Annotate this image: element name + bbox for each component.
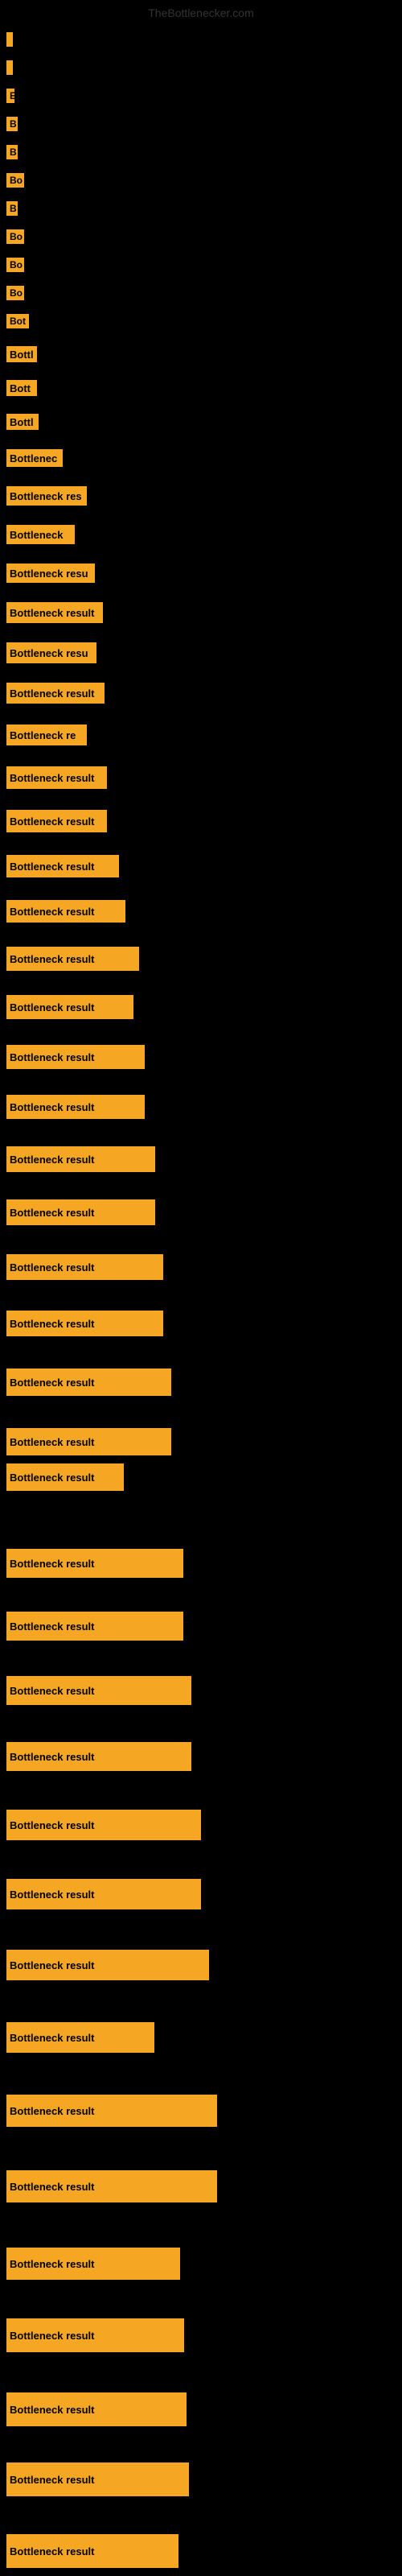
bottleneck-bar-21: Bottleneck result (6, 683, 105, 704)
bottleneck-bar-40: Bottleneck result (6, 1676, 191, 1705)
bottleneck-bar-36: Bottleneck result (6, 1428, 171, 1455)
bottleneck-bar-28: Bottleneck result (6, 995, 133, 1019)
bottleneck-bar-35: Bottleneck result (6, 1368, 171, 1396)
bottleneck-bar-19: Bottleneck result (6, 602, 103, 623)
bottleneck-bar-17: Bottleneck (6, 525, 75, 544)
bottleneck-bar-32: Bottleneck result (6, 1199, 155, 1225)
bottleneck-bar-22: Bottleneck re (6, 724, 87, 745)
bottleneck-bar-3: E (6, 89, 14, 103)
bottleneck-bar-47: Bottleneck result (6, 2170, 217, 2202)
bottleneck-bar-43: Bottleneck result (6, 1879, 201, 1909)
bottleneck-bar-6: Bo (6, 173, 24, 188)
bottleneck-bar-39: Bottleneck result (6, 1612, 183, 1641)
bottleneck-bar-46: Bottleneck result (6, 2095, 217, 2127)
bottleneck-bar-11: Bot (6, 314, 29, 328)
bottleneck-bar-26: Bottleneck result (6, 900, 125, 923)
bottleneck-bar-27: Bottleneck result (6, 947, 139, 971)
bottleneck-bar-49: Bottleneck result (6, 2318, 184, 2352)
bottleneck-bar-7: B (6, 201, 18, 216)
bottleneck-bar-20: Bottleneck resu (6, 642, 96, 663)
bottleneck-bar-42: Bottleneck result (6, 1810, 201, 1840)
bottleneck-bar-51: Bottleneck result (6, 2462, 189, 2496)
bottleneck-bar-31: Bottleneck result (6, 1146, 155, 1172)
bottleneck-bar-15: Bottlenec (6, 449, 63, 467)
bottleneck-bar-18: Bottleneck resu (6, 564, 95, 583)
bottleneck-bar-5: B (6, 145, 18, 159)
bottleneck-bar-8: Bo (6, 229, 24, 244)
bottleneck-bar-23: Bottleneck result (6, 766, 107, 789)
bottleneck-bar-12: Bottl (6, 346, 37, 362)
bottleneck-bar-4: B (6, 117, 18, 131)
bottleneck-bar-16: Bottleneck res (6, 486, 87, 506)
bottleneck-bar-29: Bottleneck result (6, 1045, 145, 1069)
bottleneck-bar-50: Bottleneck result (6, 2392, 187, 2426)
site-title: TheBottlenecker.com (148, 6, 254, 19)
bottleneck-bar-52: Bottleneck result (6, 2534, 178, 2568)
bottleneck-bar-30: Bottleneck result (6, 1095, 145, 1119)
bottleneck-bar-9: Bo (6, 258, 24, 272)
bottleneck-bar-25: Bottleneck result (6, 855, 119, 877)
bottleneck-bar-45: Bottleneck result (6, 2022, 154, 2053)
bottleneck-bar-38: Bottleneck result (6, 1549, 183, 1578)
bottleneck-bar-37: Bottleneck result (6, 1463, 124, 1491)
bottleneck-bar-33: Bottleneck result (6, 1254, 163, 1280)
bottleneck-bar-34: Bottleneck result (6, 1311, 163, 1336)
bottleneck-bar-2 (6, 60, 13, 75)
bottleneck-bar-10: Bo (6, 286, 24, 300)
bottleneck-bar-14: Bottl (6, 414, 39, 430)
bottleneck-bar-41: Bottleneck result (6, 1742, 191, 1771)
bottleneck-bar-1 (6, 32, 13, 47)
bottleneck-bar-44: Bottleneck result (6, 1950, 209, 1980)
bottleneck-bar-13: Bott (6, 380, 37, 396)
bottleneck-bar-24: Bottleneck result (6, 810, 107, 832)
bottleneck-bar-48: Bottleneck result (6, 2248, 180, 2280)
